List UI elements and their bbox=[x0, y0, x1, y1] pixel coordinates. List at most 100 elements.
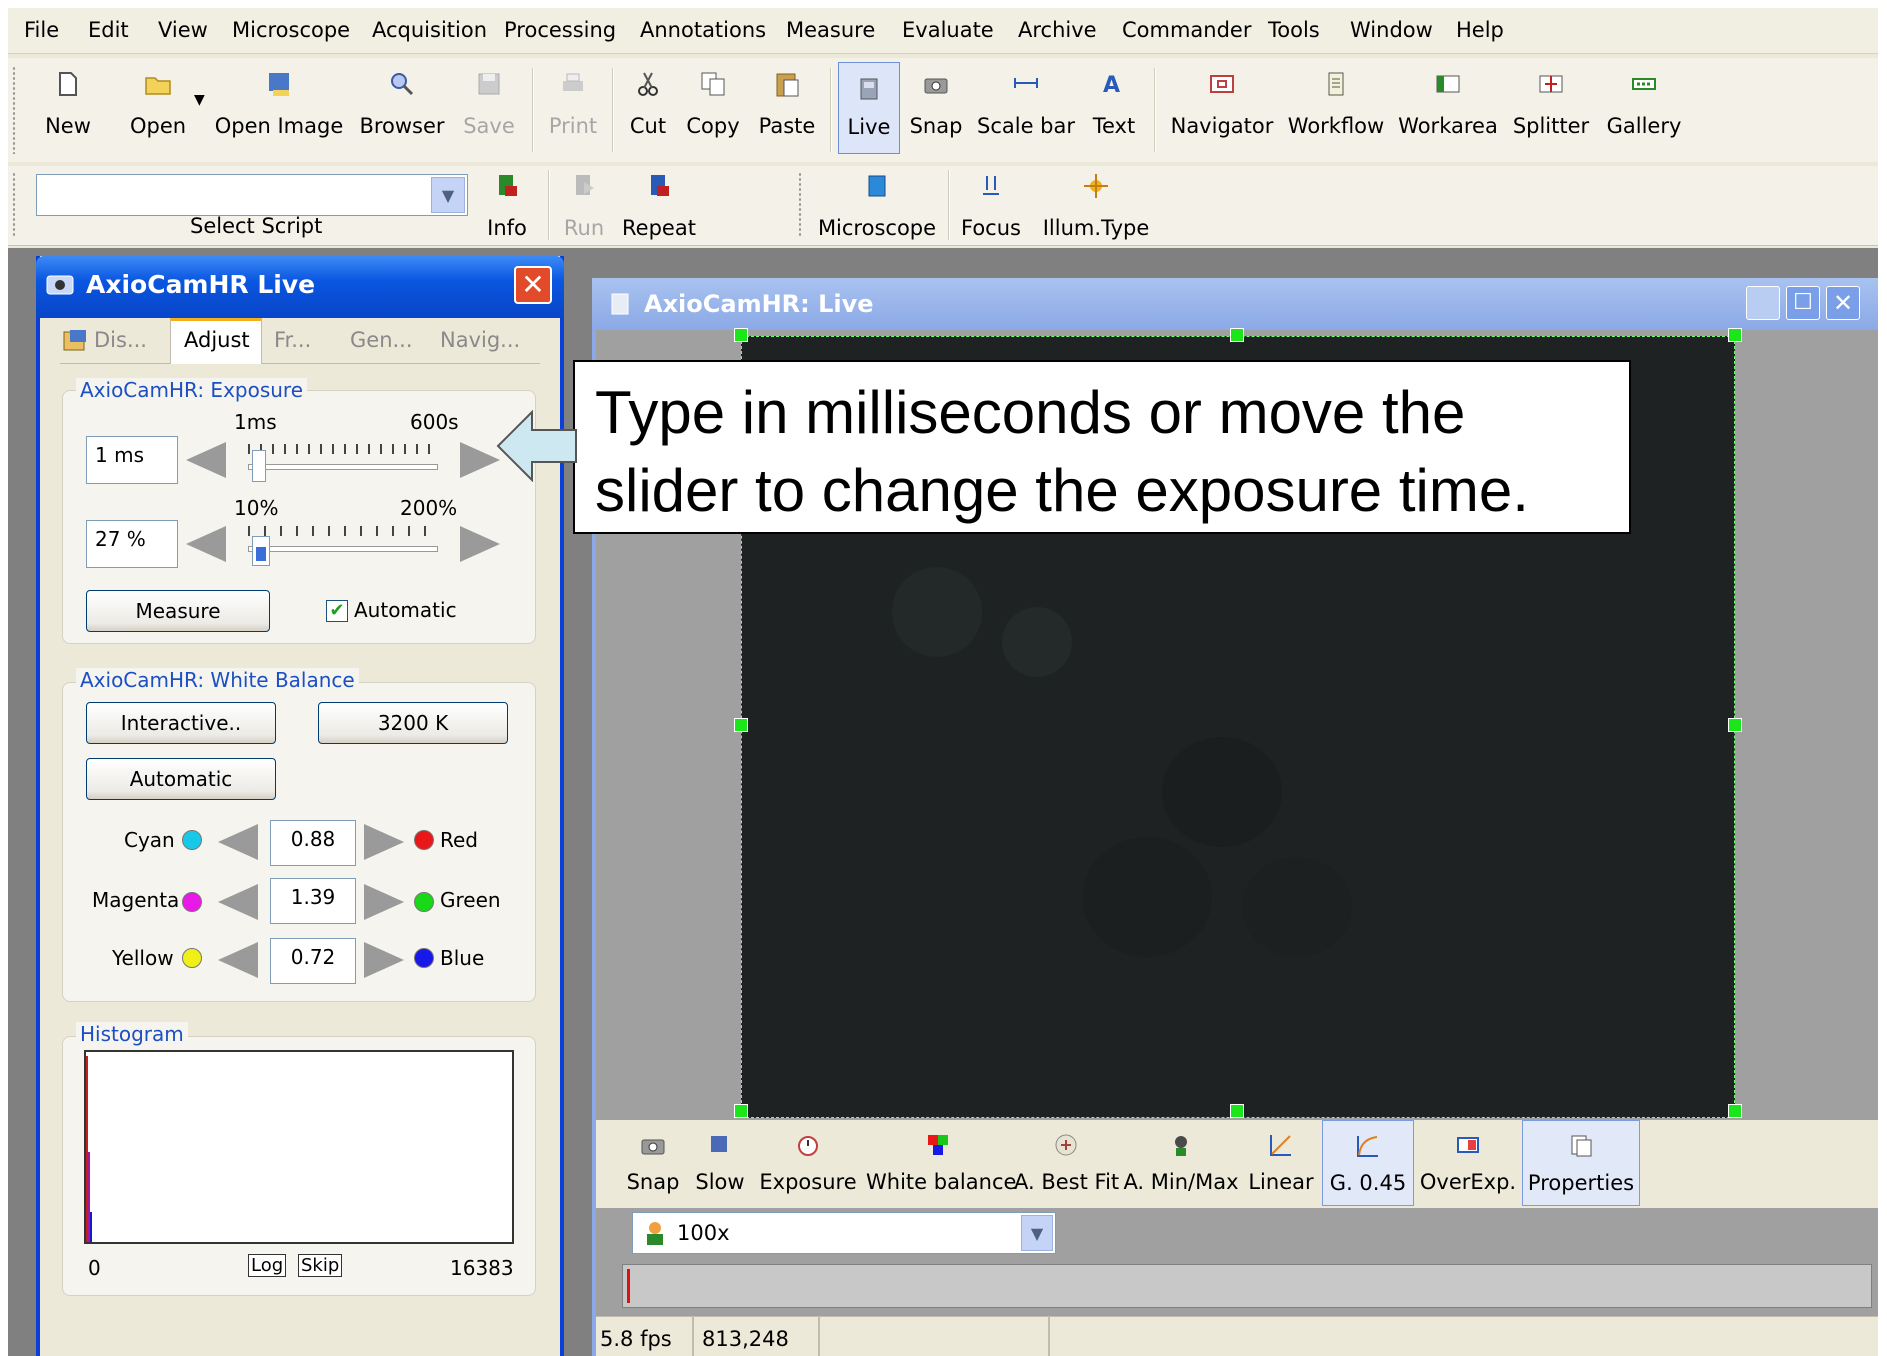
yellow-blue-right-arrow-icon[interactable] bbox=[364, 942, 404, 978]
open-dropdown-icon[interactable]: ▼ bbox=[194, 92, 205, 108]
exposure-slider-thumb[interactable] bbox=[252, 450, 266, 482]
exposure-increase-arrow-icon[interactable] bbox=[460, 442, 500, 478]
percent-increase-arrow-icon[interactable] bbox=[460, 526, 500, 562]
close-icon[interactable]: ✕ bbox=[514, 266, 552, 304]
linear-button[interactable]: Linear bbox=[1244, 1120, 1318, 1206]
cyan-red-right-arrow-icon[interactable] bbox=[364, 824, 404, 860]
browser-button[interactable]: Browser bbox=[354, 58, 450, 158]
navigator-button[interactable]: Navigator bbox=[1164, 58, 1280, 158]
slow-button[interactable]: Slow bbox=[690, 1120, 750, 1206]
resize-handle[interactable] bbox=[1230, 328, 1244, 342]
percent-input[interactable]: 27 % bbox=[86, 520, 178, 568]
snap-button[interactable]: Snap bbox=[620, 1120, 686, 1206]
copy-button[interactable]: Copy bbox=[678, 58, 748, 158]
yellow-blue-value[interactable]: 0.72 bbox=[270, 938, 356, 984]
menu-processing[interactable]: Processing bbox=[504, 18, 616, 42]
white-balance-automatic-button[interactable]: Automatic bbox=[86, 758, 276, 800]
menu-help[interactable]: Help bbox=[1456, 18, 1504, 42]
menu-measure[interactable]: Measure bbox=[786, 18, 875, 42]
best-fit-button[interactable]: A. Best Fit bbox=[1014, 1120, 1119, 1206]
close-icon[interactable]: ✕ bbox=[1826, 286, 1860, 320]
chevron-down-icon[interactable]: ▼ bbox=[1021, 1215, 1053, 1251]
open-image-button[interactable]: Open Image bbox=[214, 58, 344, 158]
live-button[interactable]: Live bbox=[838, 62, 900, 154]
menu-annotations[interactable]: Annotations bbox=[640, 18, 766, 42]
yellow-blue-left-arrow-icon[interactable] bbox=[218, 942, 258, 978]
menu-file[interactable]: File bbox=[24, 18, 59, 42]
tab-frame[interactable]: Fr... bbox=[274, 328, 311, 374]
open-button[interactable]: ▼ Open bbox=[116, 58, 205, 158]
measure-button[interactable]: Measure bbox=[86, 590, 270, 632]
resize-handle[interactable] bbox=[1230, 1104, 1244, 1118]
cyan-red-left-arrow-icon[interactable] bbox=[218, 824, 258, 860]
splitter-button[interactable]: Splitter bbox=[1508, 58, 1594, 158]
toolbar-grip[interactable] bbox=[798, 172, 802, 238]
repeat-button[interactable]: Repeat bbox=[614, 160, 704, 244]
text-button[interactable]: A Text bbox=[1082, 58, 1146, 158]
cyan-red-value[interactable]: 0.88 bbox=[270, 820, 356, 866]
resize-handle[interactable] bbox=[1728, 1104, 1742, 1118]
min-max-button[interactable]: A. Min/Max bbox=[1122, 1120, 1240, 1206]
menu-view[interactable]: View bbox=[158, 18, 208, 42]
magenta-green-left-arrow-icon[interactable] bbox=[218, 884, 258, 920]
percent-slider-thumb[interactable] bbox=[252, 536, 270, 566]
magenta-green-right-arrow-icon[interactable] bbox=[364, 884, 404, 920]
menu-window[interactable]: Window bbox=[1350, 18, 1433, 42]
menu-microscope[interactable]: Microscope bbox=[232, 18, 350, 42]
menu-edit[interactable]: Edit bbox=[88, 18, 129, 42]
exposure-button[interactable]: Exposure bbox=[754, 1120, 862, 1206]
save-button[interactable]: Save bbox=[454, 58, 524, 158]
panel-titlebar[interactable]: AxioCamHR Live ✕ bbox=[36, 256, 564, 318]
tab-adjust[interactable]: Adjust bbox=[184, 328, 250, 374]
resize-handle[interactable] bbox=[1728, 328, 1742, 342]
white-balance-button[interactable]: White balance bbox=[866, 1120, 1016, 1206]
resize-handle[interactable] bbox=[734, 718, 748, 732]
menu-archive[interactable]: Archive bbox=[1018, 18, 1097, 42]
live-window-titlebar[interactable]: AxioCamHR: Live ☐ ✕ bbox=[592, 278, 1878, 330]
menu-commander[interactable]: Commander bbox=[1122, 18, 1252, 42]
resize-handle[interactable] bbox=[1728, 718, 1742, 732]
maximize-icon[interactable]: ☐ bbox=[1786, 286, 1820, 320]
exposure-decrease-arrow-icon[interactable] bbox=[186, 442, 226, 478]
interactive-button[interactable]: Interactive.. bbox=[86, 702, 276, 744]
gamma-button[interactable]: G. 0.45 bbox=[1322, 1120, 1414, 1206]
percent-decrease-arrow-icon[interactable] bbox=[186, 526, 226, 562]
percent-slider-track[interactable] bbox=[248, 546, 438, 552]
workflow-button[interactable]: Workflow bbox=[1284, 58, 1388, 158]
tab-display[interactable]: Dis... bbox=[94, 328, 147, 374]
resize-handle[interactable] bbox=[734, 328, 748, 342]
new-button[interactable]: New bbox=[30, 58, 106, 158]
menu-tools[interactable]: Tools bbox=[1268, 18, 1320, 42]
microscope-button[interactable]: Microscope bbox=[814, 160, 940, 244]
run-button[interactable]: Run bbox=[556, 160, 612, 244]
menu-acquisition[interactable]: Acquisition bbox=[372, 18, 487, 42]
resize-handle[interactable] bbox=[734, 1104, 748, 1118]
tab-general[interactable]: Gen... bbox=[350, 328, 413, 374]
gallery-button[interactable]: Gallery bbox=[1598, 58, 1690, 158]
select-script-combo[interactable]: ▼ bbox=[36, 174, 468, 216]
snap-button[interactable]: Snap bbox=[904, 58, 968, 158]
paste-button[interactable]: Paste bbox=[752, 58, 822, 158]
properties-button[interactable]: Properties bbox=[1522, 1120, 1640, 1206]
histogram-skip-button[interactable]: Skip bbox=[298, 1254, 343, 1277]
exposure-time-input[interactable]: 1 ms bbox=[86, 436, 178, 484]
scale-bar-button[interactable]: Scale bar bbox=[974, 58, 1078, 158]
toolbar-grip[interactable] bbox=[12, 66, 16, 154]
illum-type-button[interactable]: Illum.Type bbox=[1040, 160, 1152, 244]
tab-navigation[interactable]: Navig... bbox=[440, 328, 520, 374]
histogram-log-button[interactable]: Log bbox=[248, 1254, 287, 1277]
magenta-green-value[interactable]: 1.39 bbox=[270, 878, 356, 924]
menu-evaluate[interactable]: Evaluate bbox=[902, 18, 994, 42]
toolbar-grip[interactable] bbox=[12, 172, 16, 238]
overexposure-button[interactable]: OverExp. bbox=[1418, 1120, 1518, 1206]
print-button[interactable]: Print bbox=[538, 58, 608, 158]
workarea-button[interactable]: Workarea bbox=[1392, 58, 1504, 158]
minimize-icon[interactable] bbox=[1746, 286, 1780, 320]
focus-button[interactable]: Focus bbox=[956, 160, 1026, 244]
objective-select[interactable]: 100x ▼ bbox=[632, 1212, 1056, 1254]
cut-button[interactable]: Cut bbox=[620, 58, 676, 158]
chevron-down-icon[interactable]: ▼ bbox=[431, 177, 465, 213]
info-button[interactable]: Info bbox=[472, 160, 542, 244]
color-temperature-button[interactable]: 3200 K bbox=[318, 702, 508, 744]
exposure-slider-track[interactable] bbox=[248, 464, 438, 470]
